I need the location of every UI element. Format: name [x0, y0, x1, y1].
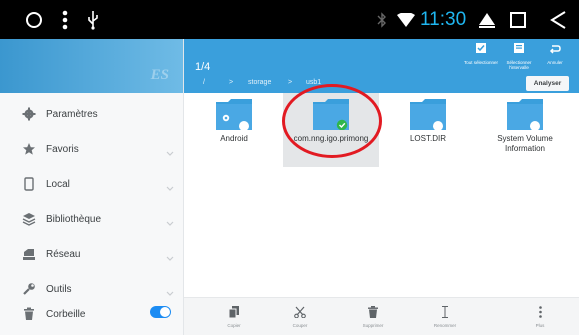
select-range-label: Sélectionner l'intervalle — [506, 60, 532, 70]
breadcrumb-root[interactable]: / — [203, 79, 205, 86]
checkbox-icon — [476, 43, 486, 53]
file-name: System Volume Information — [497, 134, 553, 153]
circle-icon — [24, 0, 44, 39]
wifi-icon — [397, 0, 415, 39]
more-label: Plus — [535, 323, 545, 328]
sidebar-item-library[interactable]: Bibliothèque — [0, 204, 184, 234]
rename-button[interactable]: Renommer — [415, 298, 475, 335]
gear-icon — [20, 105, 38, 123]
usb-icon — [86, 0, 100, 39]
select-all-button[interactable]: Tout sélectionner — [463, 41, 499, 73]
folder-icon — [216, 99, 252, 130]
file-name: Android — [220, 134, 248, 143]
cancel-button[interactable]: Annuler — [537, 41, 573, 73]
sidebar-item-label: Bibliothèque — [46, 213, 102, 225]
sidebar-item-settings[interactable]: Paramètres — [0, 99, 184, 129]
text-cursor-icon — [442, 306, 448, 318]
cut-button[interactable]: Couper — [270, 298, 330, 335]
sidebar: ES Paramètres Favoris Local Bibliothèque… — [0, 39, 184, 335]
select-all-label: Tout sélectionner — [463, 60, 499, 65]
menu-dots-icon — [60, 0, 70, 39]
copy-label: Copier — [227, 323, 241, 328]
delete-button[interactable]: Supprimer — [343, 298, 403, 335]
bluetooth-icon — [376, 0, 388, 39]
sidebar-item-local[interactable]: Local — [0, 169, 184, 199]
bottom-action-bar: Copier Couper Supprimer Renommer Plus — [184, 297, 579, 335]
file-item-system-volume-information[interactable]: System Volume Information — [477, 93, 573, 167]
cut-label: Couper — [292, 323, 308, 328]
copy-button[interactable]: Copier — [204, 298, 264, 335]
breadcrumb-separator-icon: > — [229, 79, 234, 86]
scissors-icon — [294, 306, 306, 318]
sidebar-item-label: Outils — [46, 283, 72, 295]
rename-label: Renommer — [433, 323, 457, 328]
phone-icon — [20, 175, 38, 193]
status-bar: 11:30 — [0, 0, 579, 39]
delete-label: Supprimer — [362, 323, 384, 328]
trash-icon — [20, 305, 38, 323]
file-browser: 1/4 Tout sélectionner Sélectionner l'int… — [184, 39, 579, 335]
file-name: LOST.DIR — [409, 134, 446, 143]
clock: 11:30 — [420, 9, 467, 30]
more-button[interactable]: Plus — [510, 298, 570, 335]
cancel-label: Annuler — [547, 60, 563, 65]
trash-toggle[interactable] — [150, 306, 171, 318]
sidebar-item-network[interactable]: Réseau — [0, 239, 184, 269]
chevron-down-icon — [166, 144, 174, 162]
folder-icon — [410, 99, 446, 130]
file-item-lost-dir[interactable]: LOST.DIR — [380, 93, 476, 167]
network-icon — [20, 245, 38, 263]
folder-icon — [507, 99, 543, 130]
sidebar-header: ES — [0, 39, 183, 93]
back-icon[interactable] — [549, 0, 567, 39]
sidebar-item-label: Réseau — [46, 248, 81, 260]
copy-icon — [229, 306, 239, 318]
sidebar-item-label: Local — [46, 178, 70, 190]
chevron-down-icon — [166, 214, 174, 232]
trash-icon — [368, 306, 378, 318]
select-range-button[interactable]: Sélectionner l'intervalle — [501, 41, 537, 73]
analyze-button[interactable]: Analyser — [526, 76, 569, 91]
recents-icon[interactable] — [509, 0, 527, 39]
range-select-icon — [514, 43, 524, 53]
selection-counter: 1/4 — [195, 61, 211, 73]
main-header: 1/4 Tout sélectionner Sélectionner l'int… — [184, 39, 579, 93]
sidebar-item-label: Corbeille — [46, 308, 86, 320]
star-icon — [20, 140, 38, 158]
chevron-down-icon — [166, 249, 174, 267]
toggle-knob — [160, 307, 170, 317]
sidebar-item-trash[interactable]: Corbeille — [0, 299, 184, 329]
library-icon — [20, 210, 38, 228]
breadcrumb-separator-icon: > — [288, 79, 293, 86]
file-item-android[interactable]: Android — [186, 93, 282, 167]
annotation-circle — [282, 84, 382, 158]
app-logo: ES — [150, 67, 169, 83]
sidebar-item-label: Favoris — [46, 143, 79, 155]
breadcrumb: / > storage > usb1 — [184, 75, 579, 93]
breadcrumb-storage[interactable]: storage — [248, 79, 271, 86]
sidebar-item-label: Paramètres — [46, 108, 98, 120]
undo-icon — [549, 45, 561, 54]
sidebar-item-favorites[interactable]: Favoris — [0, 134, 184, 164]
home-icon[interactable] — [478, 0, 496, 39]
wrench-icon — [20, 280, 38, 298]
chevron-down-icon — [166, 179, 174, 197]
more-vertical-icon — [538, 306, 542, 318]
